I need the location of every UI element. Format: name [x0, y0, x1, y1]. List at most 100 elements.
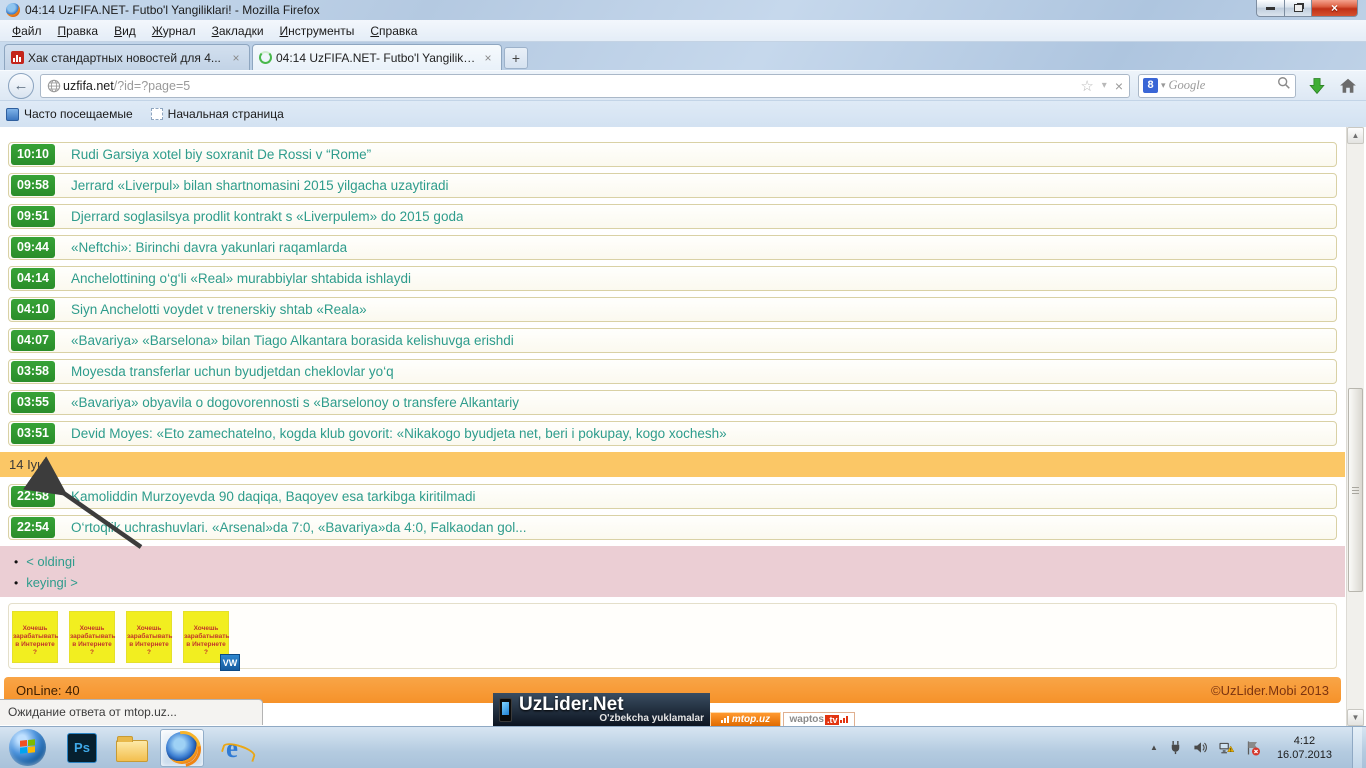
search-box[interactable]: 8 ▾: [1138, 74, 1296, 98]
back-button[interactable]: ←: [8, 73, 34, 99]
bookmark-frequent[interactable]: Часто посещаемые: [6, 107, 133, 121]
engine-dropdown-icon[interactable]: ▾: [1161, 80, 1166, 91]
restore-button[interactable]: [1285, 0, 1312, 17]
downloads-button[interactable]: [1306, 76, 1328, 96]
scroll-up-arrow[interactable]: ▲: [1347, 127, 1364, 144]
news-list: 10:10 Rudi Garsiya xotel biy soxranit De…: [0, 127, 1345, 703]
taskbar-photoshop[interactable]: Ps: [60, 729, 104, 767]
internet-explorer-icon: e: [226, 733, 238, 763]
tab-dle-news[interactable]: Хак стандартных новостей для 4... ×: [4, 44, 250, 70]
news-link[interactable]: Devid Moyes: «Eto zamechatelno, kogda kl…: [71, 426, 727, 441]
news-link[interactable]: Anchelottining o‘g‘li «Real» murabbiylar…: [71, 271, 411, 286]
start-button[interactable]: [9, 729, 46, 766]
news-time-badge: 09:58: [11, 175, 55, 196]
tab-uzfifa[interactable]: 04:14 UzFIFA.NET- Futbo'l Yangiliklari! …: [252, 44, 502, 70]
news-link[interactable]: O‘rtoqlik uchrashuvlari. «Arsenal»da 7:0…: [71, 520, 527, 535]
uzlider-banner[interactable]: UzLider.Net O'zbekcha yuklamalar: [493, 693, 710, 726]
url-path: /?id=?page=5: [114, 79, 1081, 93]
menu-bookmarks[interactable]: Закладки: [204, 22, 272, 40]
news-item[interactable]: 10:10 Rudi Garsiya xotel biy soxranit De…: [8, 142, 1337, 167]
titlebar[interactable]: 04:14 UzFIFA.NET- Futbo'l Yangiliklari! …: [0, 0, 1366, 20]
news-item[interactable]: 09:58 Jerrard «Liverpul» bilan shartnoma…: [8, 173, 1337, 198]
news-link[interactable]: Moyesda transferlar uchun byudjetdan che…: [71, 364, 394, 379]
news-link[interactable]: Djerrard soglasilsya prodlit kontrakt s …: [71, 209, 463, 224]
menu-history[interactable]: Журнал: [144, 22, 204, 40]
url-bar[interactable]: uzfifa.net /?id=?page=5 ☆ ▾ ×: [40, 74, 1130, 98]
waptos-label: waptos: [790, 714, 824, 725]
news-item[interactable]: 09:44 «Neftchi»: Birinchi davra yakunlar…: [8, 235, 1337, 260]
taskbar-ie[interactable]: e: [210, 729, 254, 767]
power-plug-icon[interactable]: [1168, 740, 1183, 755]
news-time-badge: 04:07: [11, 330, 55, 351]
bookmark-star-icon[interactable]: ☆: [1080, 77, 1093, 95]
ad-banner[interactable]: Хочешь зарабатывать в Интернете ?: [127, 612, 171, 662]
equalizer-icon: [840, 716, 848, 723]
vertical-scrollbar[interactable]: ▲ ▼: [1346, 127, 1364, 726]
news-item[interactable]: 03:51 Devid Moyes: «Eto zamechatelno, ko…: [8, 421, 1337, 446]
network-icon[interactable]: [1218, 740, 1235, 755]
news-link[interactable]: Rudi Garsiya xotel biy soxranit De Rossi…: [71, 147, 371, 162]
minimize-button[interactable]: [1256, 0, 1285, 17]
google-engine-icon[interactable]: 8: [1143, 78, 1158, 93]
bookmark-home-page[interactable]: Начальная страница: [151, 107, 284, 121]
waptos-badge[interactable]: waptos .tv: [783, 712, 855, 727]
globe-icon: [47, 79, 61, 93]
next-page-link[interactable]: keyingi >: [26, 575, 78, 590]
close-button[interactable]: ×: [1312, 0, 1358, 17]
news-link[interactable]: «Bavariya» «Barselona» bilan Tiago Alkan…: [71, 333, 514, 348]
minimize-icon: [1266, 7, 1275, 10]
signal-bars-icon: [721, 716, 729, 723]
news-item[interactable]: 04:07 «Bavariya» «Barselona» bilan Tiago…: [8, 328, 1337, 353]
news-item[interactable]: 04:14 Anchelottining o‘g‘li «Real» murab…: [8, 266, 1337, 291]
clock-time: 4:12: [1277, 734, 1332, 748]
stop-icon[interactable]: ×: [1115, 78, 1123, 94]
news-link[interactable]: Kamoliddin Murzoyevda 90 daqiqa, Baqoyev…: [71, 489, 475, 504]
hidden-icons-chevron[interactable]: ▲: [1150, 743, 1158, 752]
bookmarks-toolbar: Часто посещаемые Начальная страница: [0, 100, 1366, 127]
news-link[interactable]: Jerrard «Liverpul» bilan shartnomasini 2…: [71, 178, 448, 193]
taskbar-firefox[interactable]: [160, 729, 204, 767]
show-desktop-button[interactable]: [1352, 727, 1362, 768]
ad-banner[interactable]: Хочешь зарабатывать в Интернете ? VW: [184, 612, 228, 662]
pagination-item: • keyingi >: [0, 572, 1345, 593]
tab-close-icon[interactable]: ×: [481, 51, 495, 65]
taskbar-explorer[interactable]: [110, 729, 154, 767]
new-tab-button[interactable]: +: [504, 47, 528, 69]
phone-icon: [499, 698, 512, 722]
action-center-flag-icon[interactable]: [1245, 740, 1261, 756]
menu-help[interactable]: Справка: [362, 22, 425, 40]
ad-banner[interactable]: Хочешь зарабатывать в Интернете ?: [13, 612, 57, 662]
previous-page-link[interactable]: < oldingi: [26, 554, 75, 569]
scrollbar-thumb[interactable]: [1348, 388, 1363, 592]
news-item[interactable]: 03:55 «Bavariya» obyavila o dogovorennos…: [8, 390, 1337, 415]
search-magnifier-icon[interactable]: [1277, 76, 1291, 95]
firefox-logo-icon: [6, 3, 20, 17]
news-item[interactable]: 22:58 Kamoliddin Murzoyevda 90 daqiqa, B…: [8, 484, 1337, 509]
home-button[interactable]: [1338, 77, 1358, 95]
mtop-badge[interactable]: mtop.uz: [710, 712, 781, 727]
news-item[interactable]: 09:51 Djerrard soglasilsya prodlit kontr…: [8, 204, 1337, 229]
vw-badge[interactable]: VW: [220, 654, 240, 671]
menu-tools[interactable]: Инструменты: [272, 22, 363, 40]
volume-icon[interactable]: [1193, 740, 1208, 755]
url-dropdown-icon[interactable]: ▾: [1102, 80, 1107, 91]
search-input[interactable]: [1169, 78, 1277, 93]
news-link[interactable]: «Bavariya» obyavila o dogovorennosti s «…: [71, 395, 519, 410]
taskbar-clock[interactable]: 4:12 16.07.2013: [1277, 734, 1332, 762]
tab-title: 04:14 UzFIFA.NET- Futbo'l Yangiliklari!: [276, 51, 477, 65]
menu-file[interactable]: Файл: [4, 22, 50, 40]
menu-edit[interactable]: Правка: [50, 22, 107, 40]
tab-close-icon[interactable]: ×: [229, 51, 243, 65]
ad-line: Хочешь: [127, 625, 171, 633]
news-link[interactable]: Siyn Anchelotti voydet v trenerskiy shta…: [71, 302, 367, 317]
news-link[interactable]: «Neftchi»: Birinchi davra yakunlari raqa…: [71, 240, 347, 255]
menu-view[interactable]: Вид: [106, 22, 144, 40]
news-item[interactable]: 04:10 Siyn Anchelotti voydet v trenerski…: [8, 297, 1337, 322]
default-favicon-icon: [151, 108, 163, 120]
scroll-down-arrow[interactable]: ▼: [1347, 709, 1364, 726]
bookmark-label: Начальная страница: [168, 107, 284, 121]
ad-banner[interactable]: Хочешь зарабатывать в Интернете ?: [70, 612, 114, 662]
news-item[interactable]: 22:54 O‘rtoqlik uchrashuvlari. «Arsenal»…: [8, 515, 1337, 540]
news-time-badge: 10:10: [11, 144, 55, 165]
news-item[interactable]: 03:58 Moyesda transferlar uchun byudjetd…: [8, 359, 1337, 384]
